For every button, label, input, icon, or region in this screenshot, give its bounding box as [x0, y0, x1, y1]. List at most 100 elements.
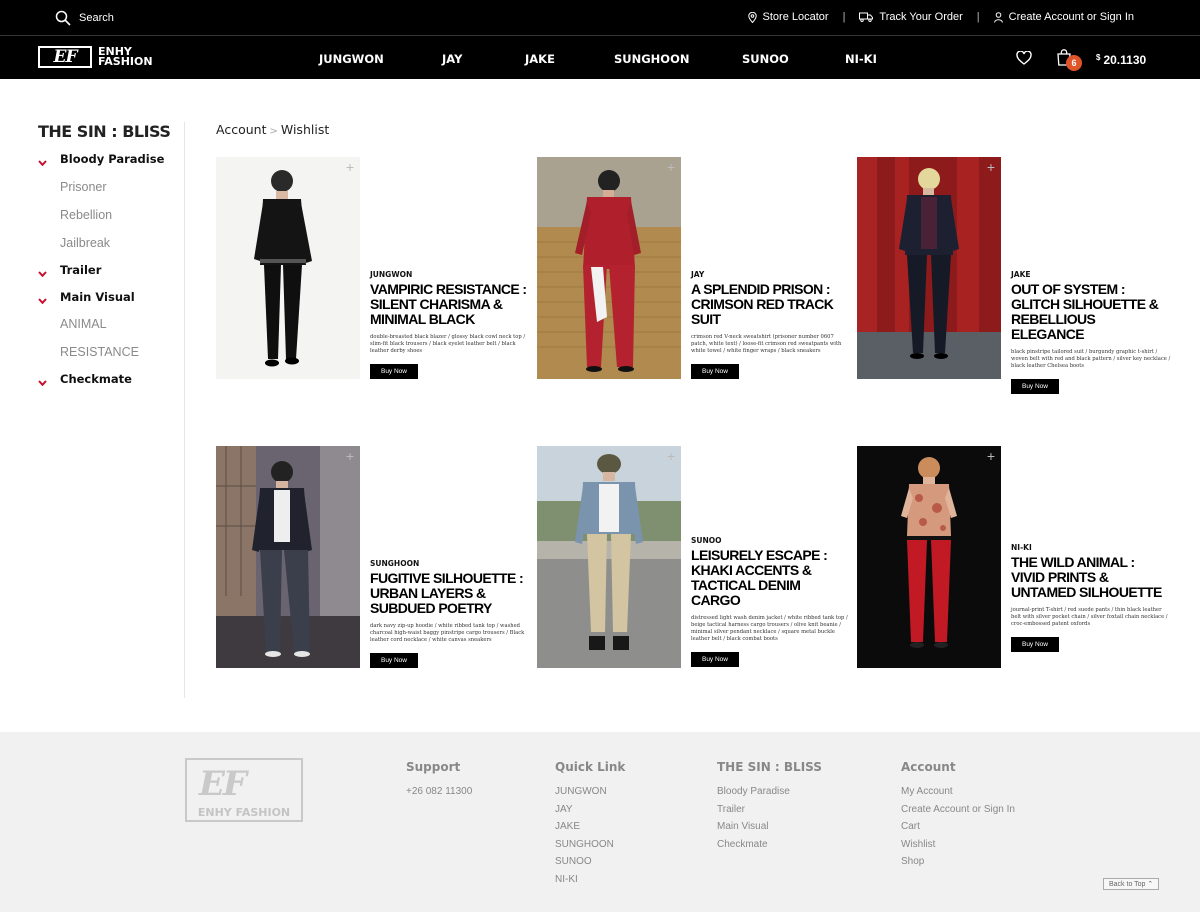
footer-link[interactable]: SUNOO: [555, 853, 625, 871]
sidebar-item-label: Main Visual: [60, 290, 135, 304]
product-title[interactable]: LEISURELY ESCAPE : KHAKI ACCENTS & TACTI…: [691, 548, 851, 608]
breadcrumb-current: Wishlist: [280, 122, 330, 137]
product-info: SUNGHOON FUGITIVE SILHOUETTE : URBAN LAY…: [370, 559, 530, 668]
site-footer: EF ENHY FASHION Support +26 082 11300 Qu…: [0, 732, 1200, 912]
footer-album-links: THE SIN : BLISS Bloody Paradise Trailer …: [717, 760, 822, 853]
store-locator-label: Store Locator: [762, 11, 829, 23]
plus-icon[interactable]: +: [344, 160, 356, 174]
buy-now-button[interactable]: Buy Now: [691, 364, 739, 379]
collection-sidebar: THE SIN : BLISS Bloody Paradise Prisoner…: [38, 122, 186, 387]
footer-quick-links: Quick Link JUNGWON JAY JAKE SUNGHOON SUN…: [555, 760, 625, 889]
account-link[interactable]: Create Account or Sign In: [993, 11, 1134, 23]
footer-link[interactable]: Bloody Paradise: [717, 783, 822, 801]
nav-item-niki[interactable]: NI-KI: [845, 52, 877, 66]
product-card-sunoo: + SUNOO LEISURELY ESCAPE : KHAKI ACCENTS…: [537, 446, 857, 670]
account-label: Create Account or Sign In: [1008, 11, 1134, 23]
sidebar-item-label: Checkmate: [60, 372, 132, 386]
search-icon: [55, 10, 71, 26]
nav-item-sunghoon[interactable]: SUNGHOON: [614, 52, 690, 66]
divider: |: [976, 11, 980, 23]
sidebar-item-jailbreak[interactable]: Jailbreak: [60, 236, 110, 250]
product-info: JAY A SPLENDID PRISON : CRIMSON RED TRAC…: [691, 270, 851, 379]
footer-link[interactable]: Main Visual: [717, 818, 822, 836]
footer-link[interactable]: JAKE: [555, 818, 625, 836]
plus-icon[interactable]: +: [665, 160, 677, 174]
heart-icon[interactable]: [1016, 50, 1032, 70]
balance-value: 20.1130: [1103, 53, 1147, 67]
footer-logo-mark: EF: [199, 764, 247, 804]
store-locator-link[interactable]: Store Locator: [747, 11, 829, 23]
logo-line2: FASHION: [98, 55, 153, 68]
search-label: Search: [79, 12, 114, 24]
product-title[interactable]: THE WILD ANIMAL : VIVID PRINTS & UNTAMED…: [1011, 555, 1171, 600]
nav-item-jake[interactable]: JAKE: [525, 52, 555, 66]
product-title[interactable]: OUT OF SYSTEM : GLITCH SILHOUETTE & REBE…: [1011, 282, 1171, 342]
buy-now-button[interactable]: Buy Now: [1011, 637, 1059, 652]
breadcrumb-separator: >: [269, 126, 278, 137]
nav-item-sunoo[interactable]: SUNOO: [742, 52, 789, 66]
product-title[interactable]: VAMPIRIC RESISTANCE : SILENT CHARISMA & …: [370, 282, 530, 327]
breadcrumb-account[interactable]: Account: [216, 122, 266, 137]
plus-icon[interactable]: +: [985, 160, 997, 174]
buy-now-button[interactable]: Buy Now: [691, 652, 739, 667]
back-to-top-button[interactable]: Back to Top ⌃: [1103, 878, 1160, 890]
product-info: NI-KI THE WILD ANIMAL : VIVID PRINTS & U…: [1011, 543, 1171, 652]
footer-heading: Quick Link: [555, 760, 626, 774]
breadcrumb: Account > Wishlist: [216, 122, 329, 137]
footer-link[interactable]: Cart: [901, 818, 1015, 836]
nav-item-jay[interactable]: JAY: [442, 52, 462, 66]
product-card-sunghoon: + SUNGHOON FUGITIVE SILHOUETTE : URBAN L…: [216, 446, 536, 670]
footer-link[interactable]: Trailer: [717, 801, 822, 819]
product-description: black pinstripe tailored suit / burgundy…: [1011, 349, 1171, 369]
product-description: crimson red V-neck sweatshirt (prisoner …: [691, 334, 842, 354]
chevron-down-icon: [38, 375, 47, 389]
sidebar-item-resistance[interactable]: RESISTANCE: [60, 345, 139, 359]
product-description: double-breasted black blazer / glossy bl…: [370, 334, 526, 354]
product-title[interactable]: A SPLENDID PRISON : CRIMSON RED TRACK SU…: [691, 282, 851, 327]
product-photo[interactable]: +: [216, 446, 360, 668]
product-photo[interactable]: +: [537, 446, 681, 668]
sidebar-divider: [184, 122, 185, 698]
footer-link[interactable]: Shop: [901, 853, 1015, 871]
brand-logo[interactable]: EF ENHY FASHION: [38, 46, 153, 68]
footer-link[interactable]: Checkmate: [717, 836, 822, 854]
logo-mark: EF: [38, 46, 92, 68]
sidebar-item-rebellion[interactable]: Rebellion: [60, 208, 112, 222]
sidebar-item-prisoner[interactable]: Prisoner: [60, 180, 107, 194]
truck-icon: [859, 12, 874, 22]
buy-now-button[interactable]: Buy Now: [1011, 379, 1059, 394]
footer-phone[interactable]: +26 082 11300: [406, 783, 472, 801]
buy-now-button[interactable]: Buy Now: [370, 364, 418, 379]
product-member: NI-KI: [1011, 543, 1032, 552]
footer-link[interactable]: Wishlist: [901, 836, 1015, 854]
footer-link[interactable]: My Account: [901, 783, 1015, 801]
footer-link[interactable]: NI-KI: [555, 871, 625, 889]
nav-item-jungwon[interactable]: JUNGWON: [319, 52, 384, 66]
product-title[interactable]: FUGITIVE SILHOUETTE : URBAN LAYERS & SUB…: [370, 571, 530, 616]
footer-link[interactable]: Create Account or Sign In: [901, 801, 1015, 819]
product-photo[interactable]: +: [216, 157, 360, 379]
track-order-link[interactable]: Track Your Order: [859, 11, 963, 23]
product-description: dark navy zip-up hoodie / white ribbed t…: [370, 623, 525, 643]
plus-icon[interactable]: +: [665, 449, 677, 463]
plus-icon[interactable]: +: [985, 449, 997, 463]
footer-link[interactable]: JAY: [555, 801, 625, 819]
currency-symbol: $: [1096, 53, 1101, 62]
product-card-jay: + JAY A SPLENDID PRISON : CRIMSON RED TR…: [537, 157, 857, 381]
plus-icon[interactable]: +: [344, 449, 356, 463]
footer-link[interactable]: JUNGWON: [555, 783, 625, 801]
product-photo[interactable]: +: [537, 157, 681, 379]
search-trigger[interactable]: Search: [55, 10, 114, 26]
footer-link[interactable]: SUNGHOON: [555, 836, 625, 854]
product-member: JUNGWON: [370, 270, 413, 279]
footer-support: Support +26 082 11300: [406, 760, 472, 801]
cart-count-badge: 6: [1066, 55, 1082, 71]
sidebar-item-animal[interactable]: ANIMAL: [60, 317, 107, 331]
buy-now-button[interactable]: Buy Now: [370, 653, 418, 668]
product-member: JAY: [691, 270, 705, 279]
footer-logo[interactable]: EF ENHY FASHION: [185, 758, 303, 822]
product-description: journal-print T-shirt / red suede pants …: [1011, 607, 1168, 627]
product-photo[interactable]: +: [857, 446, 1001, 668]
product-photo[interactable]: +: [857, 157, 1001, 379]
back-to-top-label: Back to Top: [1109, 881, 1146, 888]
